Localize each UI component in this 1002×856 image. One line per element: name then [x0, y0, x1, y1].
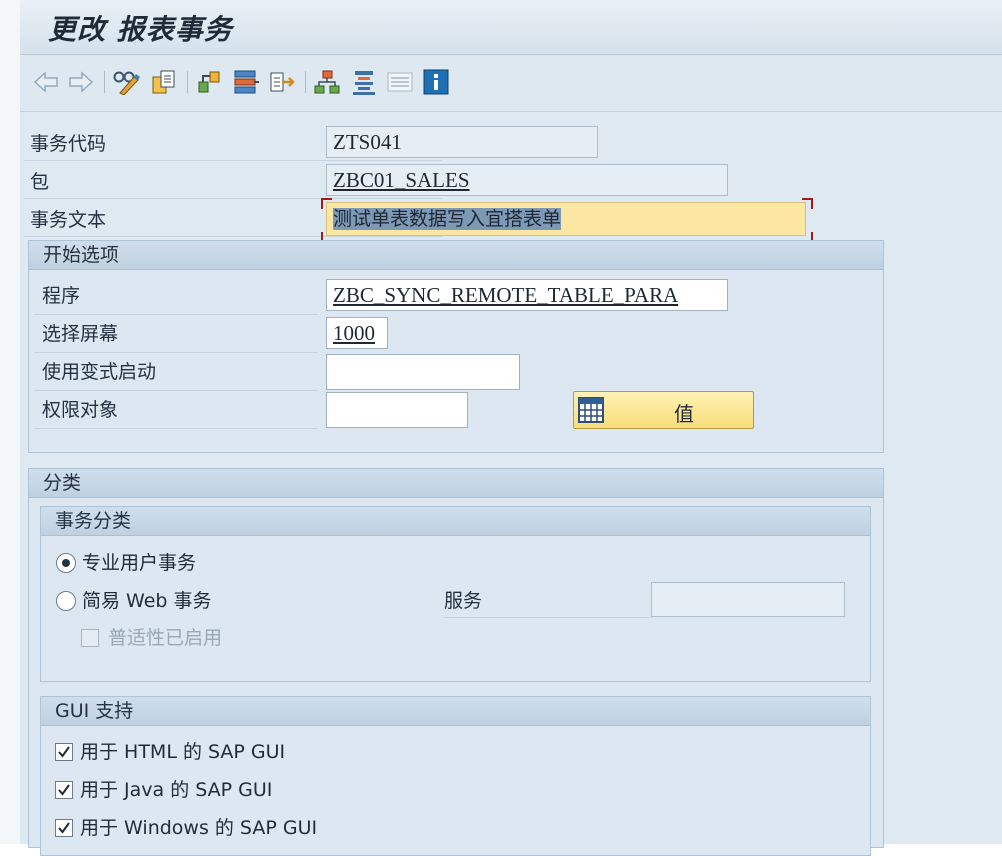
start-options-heading: 开始选项: [29, 241, 883, 270]
back-arrow-icon[interactable]: [32, 68, 60, 96]
auth-label: 权限对象: [42, 399, 119, 421]
windows-gui-label[interactable]: 用于 Windows 的 SAP GUI: [80, 814, 317, 842]
classification-heading: 分类: [29, 469, 883, 498]
values-button-label: 值: [674, 402, 694, 426]
focus-corner: [802, 198, 813, 209]
text-label: 事务文本: [30, 209, 107, 231]
left-edge-strip: [0, 0, 21, 844]
where-used-icon[interactable]: [232, 68, 260, 96]
java-gui-checkbox[interactable]: [55, 781, 73, 799]
copy-object-icon[interactable]: [150, 68, 178, 96]
professional-user-label[interactable]: 专业用户事务: [82, 549, 196, 577]
table-grid-icon: [578, 397, 604, 428]
service-label: 服务: [444, 590, 483, 612]
transaction-text-field[interactable]: 测试单表数据写入宜搭表单: [326, 202, 806, 236]
application-toolbar: [20, 55, 1002, 112]
program-field[interactable]: ZBC_SYNC_REMOTE_TABLE_PARA: [326, 279, 728, 311]
title-bar: 更改 报表事务: [20, 0, 1002, 55]
auth-object-field[interactable]: [326, 392, 468, 428]
variant-label: 使用变式启动: [42, 361, 157, 383]
other-object-icon[interactable]: [195, 68, 223, 96]
display-change-icon[interactable]: [112, 68, 140, 96]
page-title: 更改 报表事务: [48, 13, 233, 46]
values-button[interactable]: 值: [573, 391, 754, 429]
checkmark-icon: [58, 784, 70, 796]
service-underline: [444, 617, 652, 618]
variant-field[interactable]: [326, 354, 520, 390]
align-icon[interactable]: [350, 68, 378, 96]
html-gui-checkbox[interactable]: [55, 743, 73, 761]
java-gui-label[interactable]: 用于 Java 的 SAP GUI: [80, 776, 272, 804]
transaction-class-heading: 事务分类: [41, 507, 870, 536]
gui-support-heading: GUI 支持: [41, 697, 870, 726]
selection-screen-field[interactable]: 1000: [326, 317, 388, 349]
easy-web-radio[interactable]: [56, 591, 76, 611]
hierarchy-icon[interactable]: [313, 68, 341, 96]
transport-icon[interactable]: [268, 68, 296, 96]
toolbar-separator: [187, 71, 188, 93]
list-icon[interactable]: [386, 68, 414, 96]
tcode-field: ZTS041: [326, 126, 598, 158]
main-content: 事务代码 ZTS041 包 ZBC01_SALES 事务文本 测试单表数据写入宜…: [20, 112, 1002, 856]
info-icon[interactable]: [422, 68, 450, 96]
toolbar-separator: [305, 71, 306, 93]
html-gui-label[interactable]: 用于 HTML 的 SAP GUI: [80, 738, 285, 766]
forward-arrow-icon[interactable]: [67, 68, 95, 96]
windows-gui-checkbox[interactable]: [55, 819, 73, 837]
toolbar-separator: [104, 71, 105, 93]
service-field: [651, 582, 845, 617]
pervasive-label: 普适性已启用: [108, 627, 223, 649]
focus-corner: [321, 198, 332, 209]
checkmark-icon: [58, 746, 70, 758]
checkmark-icon: [58, 822, 70, 834]
program-label: 程序: [42, 285, 81, 307]
pervasive-checkbox: [81, 629, 99, 647]
easy-web-label[interactable]: 简易 Web 事务: [82, 587, 212, 615]
package-label: 包: [30, 171, 50, 193]
tcode-label: 事务代码: [30, 133, 107, 155]
package-field[interactable]: ZBC01_SALES: [326, 164, 728, 196]
screen-label: 选择屏幕: [42, 323, 119, 345]
professional-user-radio[interactable]: [56, 553, 76, 573]
